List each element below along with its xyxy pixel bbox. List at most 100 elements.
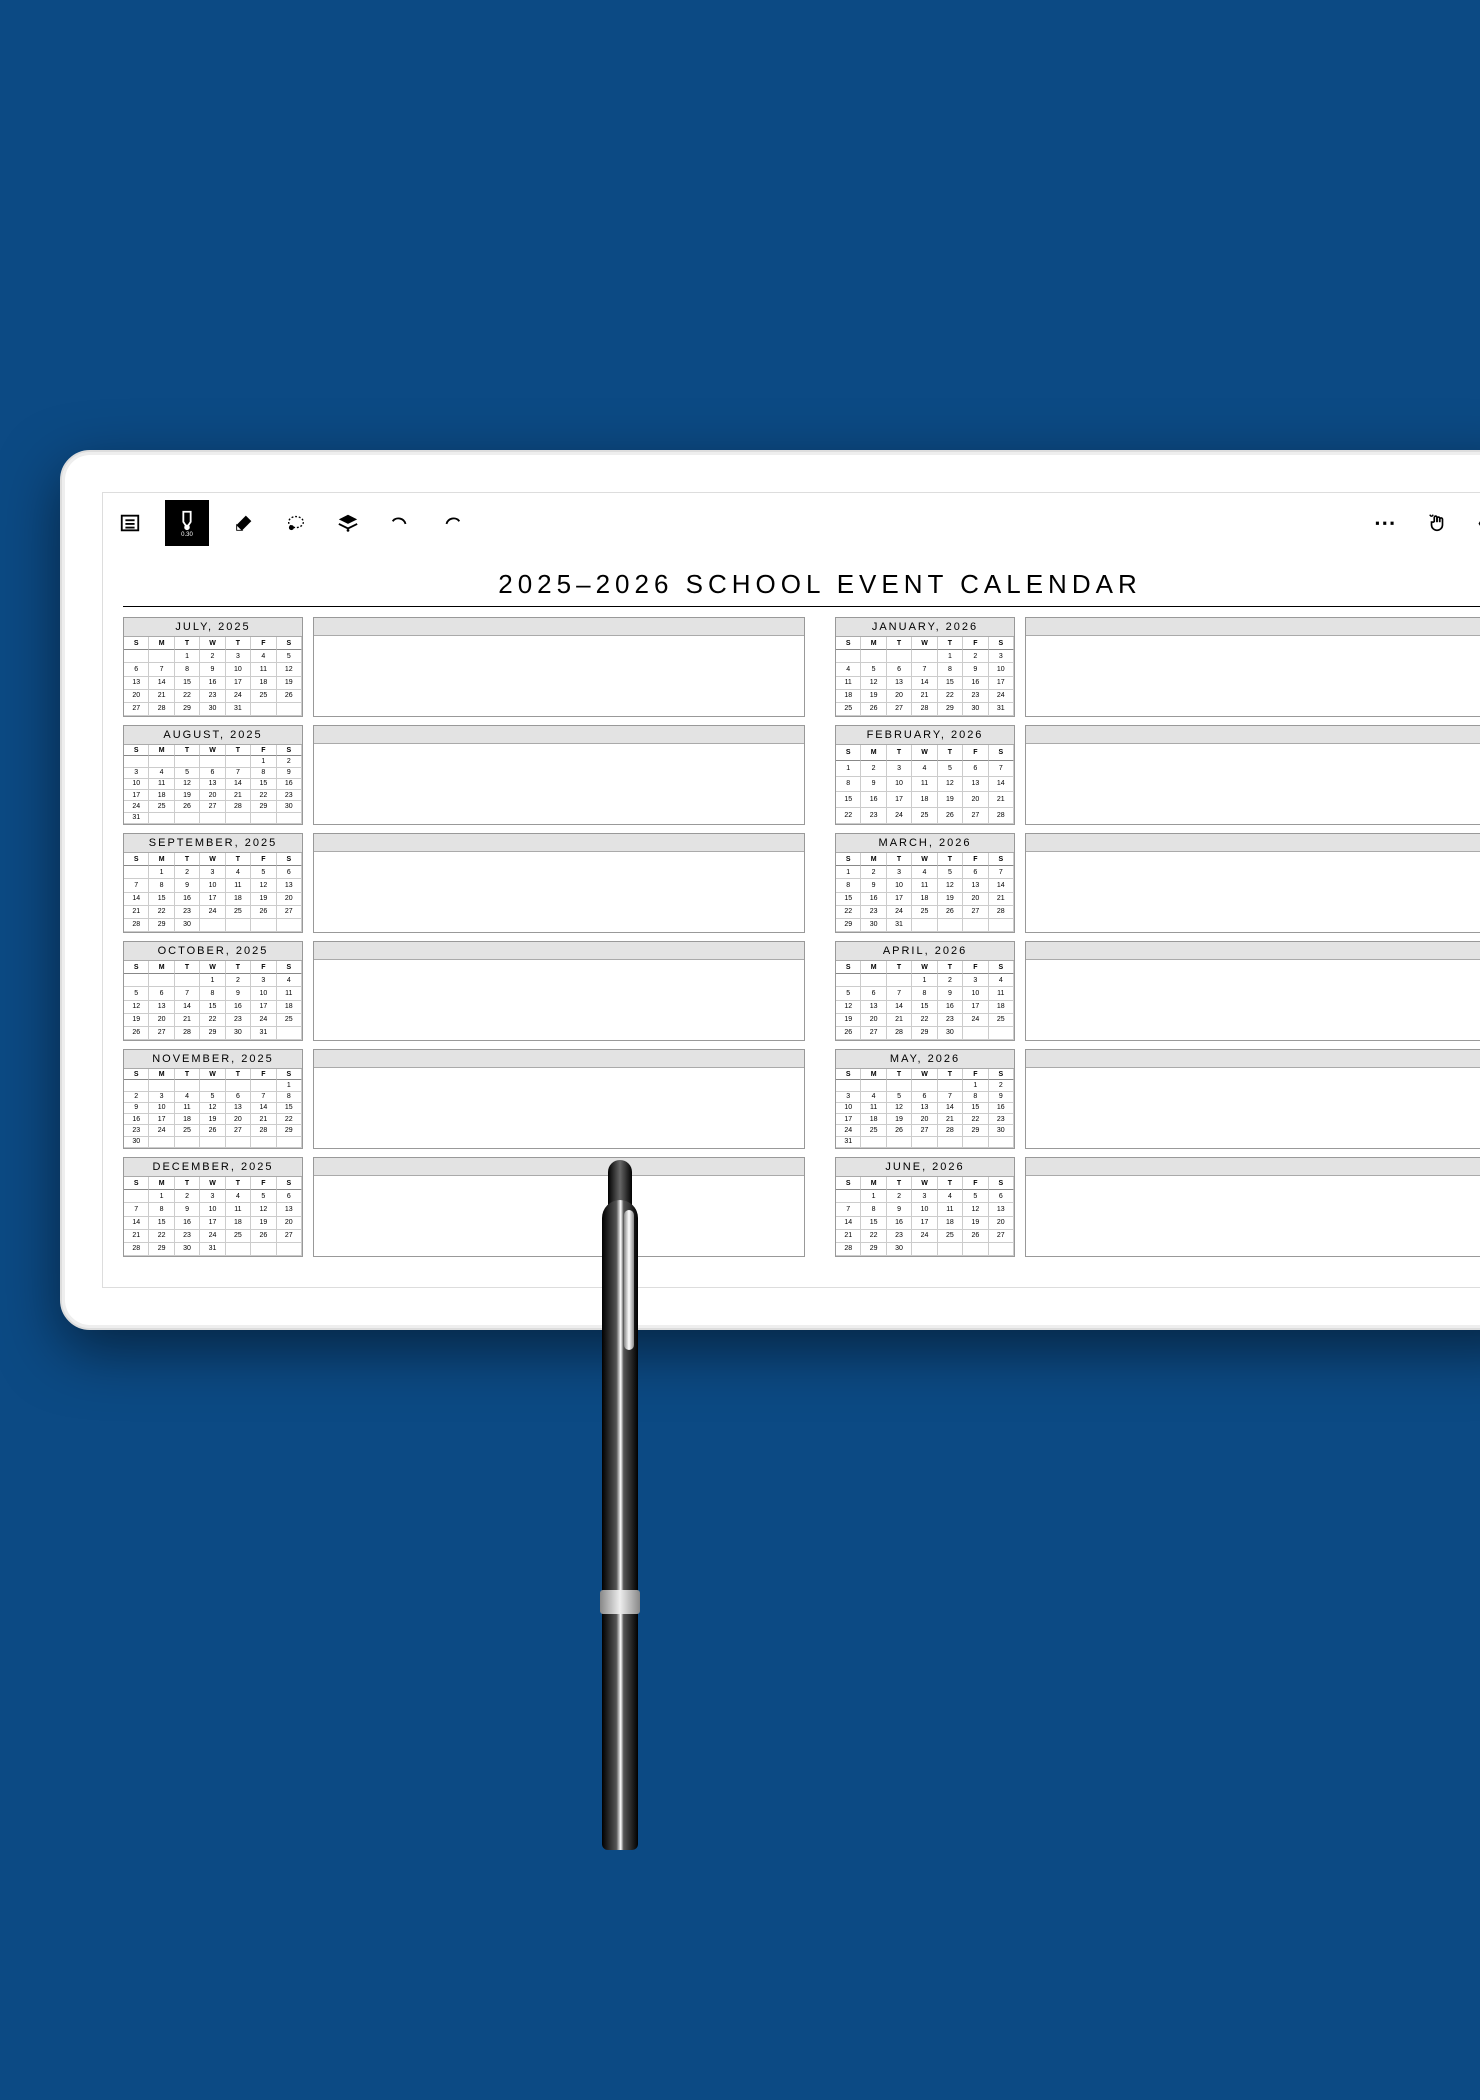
day-cell: 9 [226, 987, 251, 1000]
more-options-button[interactable]: ⋯ [1368, 506, 1402, 540]
notes-area[interactable] [1025, 1049, 1480, 1149]
day-cell: 12 [251, 879, 276, 892]
day-cell: 4 [175, 1092, 200, 1103]
day-header: W [200, 1177, 225, 1190]
day-cell: 31 [251, 1027, 276, 1040]
day-cell: 28 [938, 1125, 963, 1136]
day-cell: 15 [912, 1001, 937, 1014]
day-cell: 9 [124, 1103, 149, 1114]
day-cell: 1 [836, 866, 861, 879]
day-cell: 5 [277, 650, 302, 663]
month-block: NOVEMBER, 2025SMTWTFS1234567891011121314… [123, 1049, 805, 1149]
day-cell: 27 [963, 808, 988, 824]
day-header: T [226, 637, 251, 650]
day-cell: 21 [149, 690, 174, 703]
notes-area[interactable] [1025, 725, 1480, 825]
notes-area[interactable] [313, 1049, 805, 1149]
day-cell: 13 [124, 677, 149, 690]
day-cell [963, 1027, 988, 1040]
pen-tool-button[interactable]: 0.30 [165, 500, 209, 546]
day-cell: 10 [251, 987, 276, 1000]
day-header: T [887, 961, 912, 974]
gesture-button[interactable] [1420, 506, 1454, 540]
tablet-device: 0.30 ⋯ ‹ 5 / [60, 450, 1480, 1330]
day-header: W [912, 1177, 937, 1190]
day-cell: 10 [887, 879, 912, 892]
day-cell: 4 [149, 768, 174, 779]
month-label: JULY, 2025 [124, 618, 302, 637]
day-header: T [226, 1069, 251, 1080]
day-cell: 8 [277, 1092, 302, 1103]
day-cell: 14 [989, 777, 1014, 793]
day-cell: 26 [251, 906, 276, 919]
day-cell: 1 [149, 866, 174, 879]
month-label: OCTOBER, 2025 [124, 942, 302, 961]
day-cell: 15 [149, 1217, 174, 1230]
day-cell: 14 [989, 879, 1014, 892]
day-header: T [887, 853, 912, 866]
lasso-tool-button[interactable] [279, 506, 313, 540]
day-cell: 19 [836, 1014, 861, 1027]
calendar-columns: JULY, 2025 SMTWTFS12345678910111213141516… [123, 617, 1480, 1257]
notes-area[interactable] [313, 833, 805, 933]
day-cell: 12 [277, 663, 302, 676]
day-cell [277, 703, 302, 716]
redo-button[interactable] [435, 506, 469, 540]
notes-area[interactable] [313, 725, 805, 825]
day-cell [277, 919, 302, 932]
notes-area[interactable] [313, 1157, 805, 1257]
day-header: T [938, 637, 963, 650]
day-cell: 11 [912, 777, 937, 793]
day-cell: 20 [989, 1217, 1014, 1230]
notes-area[interactable] [313, 617, 805, 717]
day-cell: 22 [277, 1114, 302, 1125]
notes-area[interactable] [313, 941, 805, 1041]
day-cell: 5 [200, 1092, 225, 1103]
day-header: W [200, 961, 225, 974]
document-area[interactable]: 2025–2026 SCHOOL EVENT CALENDAR JULY, 20… [103, 553, 1480, 1287]
day-cell: 27 [226, 1125, 251, 1136]
day-cell: 26 [887, 1125, 912, 1136]
day-cell: 25 [277, 1014, 302, 1027]
notes-area[interactable] [1025, 833, 1480, 933]
day-header: M [861, 853, 886, 866]
notes-area[interactable] [1025, 941, 1480, 1041]
day-cell: 5 [251, 1190, 276, 1203]
day-cell: 6 [912, 1092, 937, 1103]
day-cell: 11 [226, 1203, 251, 1216]
undo-button[interactable] [383, 506, 417, 540]
day-cell [175, 813, 200, 824]
day-cell: 24 [887, 906, 912, 919]
day-cell: 21 [175, 1014, 200, 1027]
menu-icon[interactable] [113, 506, 147, 540]
day-cell: 11 [989, 987, 1014, 1000]
day-cell: 1 [938, 650, 963, 663]
notes-area[interactable] [1025, 1157, 1480, 1257]
day-cell [938, 1137, 963, 1148]
day-cell: 9 [175, 1203, 200, 1216]
day-cell [149, 974, 174, 987]
month-block: JULY, 2025SMTWTFS12345678910111213141516… [123, 617, 805, 717]
day-cell: 27 [989, 1230, 1014, 1243]
day-cell: 16 [175, 893, 200, 906]
day-header: T [938, 745, 963, 761]
day-cell: 19 [124, 1014, 149, 1027]
month-block: DECEMBER, 2025SMTWTFS1234567891011121314… [123, 1157, 805, 1257]
day-cell: 15 [175, 677, 200, 690]
day-header: F [251, 853, 276, 866]
eraser-tool-button[interactable] [227, 506, 261, 540]
notes-area[interactable] [1025, 617, 1480, 717]
day-cell [175, 1080, 200, 1091]
day-header: W [200, 853, 225, 866]
day-cell: 4 [912, 761, 937, 777]
day-cell [277, 1137, 302, 1148]
day-cell: 14 [149, 677, 174, 690]
calendar-grid: SMTWTFS123456789101112131415161718192021… [836, 961, 1014, 1040]
day-cell [149, 756, 174, 767]
layers-button[interactable] [331, 506, 365, 540]
day-cell: 1 [963, 1080, 988, 1091]
month-label: MAY, 2026 [836, 1050, 1014, 1069]
day-cell: 26 [124, 1027, 149, 1040]
day-cell: 17 [124, 790, 149, 801]
prev-page-button[interactable]: ‹ [1472, 512, 1480, 535]
